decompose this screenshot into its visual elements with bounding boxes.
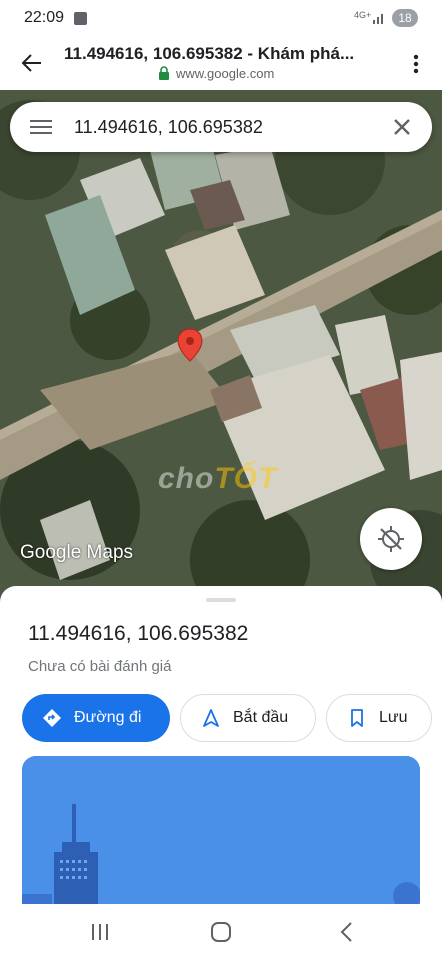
more-options-button[interactable]: [400, 44, 432, 84]
directions-button[interactable]: Đường đi: [22, 694, 170, 742]
directions-icon: [43, 709, 61, 727]
save-button[interactable]: Lưu: [326, 694, 432, 742]
start-label: Bắt đầu: [233, 709, 289, 726]
watermark: choTỐT: [158, 462, 277, 496]
menu-icon: [30, 120, 52, 122]
system-nav-bar: [0, 904, 442, 960]
url-row: www.google.com: [158, 65, 274, 81]
home-icon[interactable]: [207, 918, 235, 946]
map-search-bar[interactable]: 11.494616, 106.695382: [10, 102, 432, 152]
close-icon: [394, 119, 410, 135]
search-input[interactable]: 11.494616, 106.695382: [74, 117, 263, 138]
battery-badge: 18: [392, 9, 418, 27]
more-vert-icon: [413, 54, 419, 74]
clear-search-button[interactable]: [388, 113, 416, 141]
network-type: 4G+: [354, 10, 372, 20]
status-time: 22:09: [24, 9, 65, 26]
watermark-accent: TỐT: [214, 462, 278, 495]
recents-icon[interactable]: [86, 918, 114, 946]
place-title: 11.494616, 106.695382: [28, 622, 249, 645]
my-location-button[interactable]: [360, 508, 422, 570]
satellite-map[interactable]: 11.494616, 106.695382 choTỐT Google Maps: [0, 90, 442, 602]
browser-app-bar: 11.494616, 106.695382 - Khám phá... www.…: [0, 36, 442, 90]
save-label: Lưu: [379, 709, 408, 726]
page-title: 11.494616, 106.695382 - Khám phá...: [64, 44, 355, 63]
menu-button[interactable]: [28, 115, 56, 139]
watermark-text: cho: [158, 462, 215, 495]
bookmark-icon: [351, 709, 363, 727]
street-view-thumbnail[interactable]: [22, 756, 420, 906]
status-bar: 22:09 4G+ 18: [0, 0, 442, 36]
signal-icon: [373, 14, 383, 24]
drag-handle[interactable]: [206, 598, 236, 602]
notification-app-icon: [74, 12, 87, 25]
back-icon[interactable]: [333, 918, 361, 946]
map-pin-icon[interactable]: [177, 328, 203, 362]
place-sheet: 11.494616, 106.695382 Chưa có bài đánh g…: [0, 586, 442, 906]
google-maps-logo: Google Maps: [20, 542, 134, 563]
start-button[interactable]: Bắt đầu: [180, 694, 316, 742]
back-button[interactable]: [12, 43, 52, 83]
rating-text: Chưa có bài đánh giá: [28, 658, 172, 675]
navigation-icon: [203, 709, 219, 727]
directions-label: Đường đi: [74, 709, 142, 726]
location-off-icon: [378, 526, 404, 552]
back-arrow-icon: [21, 54, 41, 72]
lock-icon: [159, 66, 169, 80]
page-url: www.google.com: [176, 65, 275, 81]
city-illustration: [22, 756, 420, 906]
